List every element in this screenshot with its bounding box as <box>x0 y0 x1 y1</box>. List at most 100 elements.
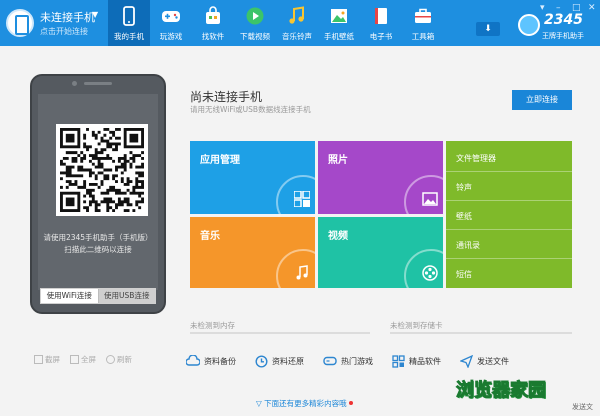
refresh-button[interactable]: 刷新 <box>106 354 132 365</box>
backup-label: 资料备份 <box>204 356 236 366</box>
send-file-label: 发送文件 <box>477 356 509 366</box>
mascot-icon <box>518 14 540 36</box>
top-software-button[interactable]: 精品软件 <box>392 352 441 370</box>
nav-software[interactable]: 找软件 <box>192 0 234 46</box>
list-item-label: 短信 <box>456 270 472 279</box>
connect-mode-tabs: 使用WiFi连接 使用USB连接 <box>40 288 156 304</box>
speaker-grille <box>84 82 112 85</box>
list-item-label: 铃声 <box>456 183 472 192</box>
nav-label: 手机壁纸 <box>324 32 354 41</box>
logo-text: 2345 <box>544 12 583 28</box>
list-item-contacts[interactable]: 通讯录 <box>446 230 572 259</box>
apps-grid-icon <box>392 354 405 368</box>
nav-wallpapers[interactable]: 手机壁纸 <box>318 0 360 46</box>
list-item-label: 文件管理器 <box>456 154 496 163</box>
connection-subtitle: 点击开始连接 <box>40 27 88 36</box>
cloud-icon <box>186 355 200 366</box>
photo-icon <box>422 192 438 206</box>
list-item-wallpapers[interactable]: 壁纸 <box>446 201 572 230</box>
tile-label: 应用管理 <box>200 155 240 166</box>
nav-label: 下载视频 <box>240 32 270 41</box>
music-icon <box>289 6 304 24</box>
restore-button[interactable]: 资料还原 <box>255 352 304 370</box>
book-icon <box>375 8 387 24</box>
tile-music[interactable]: 音乐 <box>190 217 315 288</box>
qr-hint-line1: 请使用2345手机助手（手机版） <box>43 233 153 242</box>
refresh-icon <box>106 355 115 364</box>
gamepad-icon <box>323 356 337 366</box>
bag-icon <box>206 6 220 24</box>
camera-icon <box>72 81 77 86</box>
screenshot-icon <box>34 355 43 364</box>
app-logo: 2345 王牌手机助手 <box>514 10 600 44</box>
phone-icon <box>123 6 135 26</box>
tile-photos[interactable]: 照片 <box>318 141 443 214</box>
download-manager-icon[interactable]: ⬇ <box>476 22 500 36</box>
screenshot-button[interactable]: 截屏 <box>34 354 60 365</box>
nav-label: 电子书 <box>369 32 393 41</box>
phone-avatar-icon <box>6 9 34 37</box>
phone-actions: 截屏 全屏 刷新 <box>34 354 132 365</box>
nav-toolbox[interactable]: 工具箱 <box>402 0 444 46</box>
fullscreen-label: 全屏 <box>81 355 96 364</box>
chevron-down-icon: ▽ <box>256 399 265 408</box>
nav-label: 工具箱 <box>411 32 435 41</box>
nav-label: 找软件 <box>201 32 225 41</box>
tile-file-list: 文件管理器 铃声 壁纸 通讯录 短信 <box>446 141 572 288</box>
gamepad-icon <box>162 11 180 22</box>
music-note-icon <box>296 265 308 280</box>
list-item-file-manager[interactable]: 文件管理器 <box>446 143 572 172</box>
more-content-link[interactable]: ▽ 下面还有更多精彩内容哦 <box>256 398 347 409</box>
nav-ebooks[interactable]: 电子书 <box>360 0 402 46</box>
connection-title: 未连接手机 <box>40 11 95 24</box>
page-title: 尚未连接手机 <box>190 90 263 104</box>
qr-code <box>56 124 148 216</box>
internal-storage-bar <box>190 332 370 334</box>
internal-storage-label: 未检测到内存 <box>190 321 235 330</box>
watermark-text: 浏览器家园 <box>456 380 547 402</box>
main-nav: 我的手机 玩游戏 找软件 下载视频 音乐铃声 手机壁纸 电子书 工具箱 <box>108 0 444 46</box>
connect-now-button[interactable]: 立即连接 <box>512 90 572 110</box>
list-item-label: 通讯录 <box>456 241 480 250</box>
nav-games[interactable]: 玩游戏 <box>150 0 192 46</box>
restore-label: 资料还原 <box>272 356 304 366</box>
sdcard-storage-bar <box>390 332 572 334</box>
page-subtitle: 请用无线WiFi或USB数据线连接手机 <box>190 105 311 114</box>
chevron-down-icon[interactable]: ▼ <box>92 10 98 19</box>
picture-icon <box>331 9 347 23</box>
phone-frame: 请使用2345手机助手（手机版） 扫描此二维码以连接 使用WiFi连接 使用US… <box>30 74 166 314</box>
list-item-ringtones[interactable]: 铃声 <box>446 172 572 201</box>
fullscreen-icon <box>70 355 79 364</box>
nav-music-ringtones[interactable]: 音乐铃声 <box>276 0 318 46</box>
logo-subtitle: 王牌手机助手 <box>542 32 584 40</box>
fullscreen-button[interactable]: 全屏 <box>70 354 96 365</box>
nav-download-video[interactable]: 下载视频 <box>234 0 276 46</box>
top-bar: 未连接手机 ▼ 点击开始连接 我的手机 玩游戏 找软件 下载视频 音乐铃声 手机… <box>0 0 600 46</box>
send-file-button[interactable]: 发送文件 <box>460 352 509 370</box>
tile-label: 音乐 <box>200 231 220 242</box>
nav-my-phone[interactable]: 我的手机 <box>108 0 150 46</box>
watermark-tail: 发送文 <box>572 403 593 411</box>
tile-label: 照片 <box>328 155 348 166</box>
play-icon <box>246 7 264 25</box>
bottom-toolbar: 资料备份 资料还原 热门游戏 精品软件 发送文件 <box>186 352 576 370</box>
list-item-sms[interactable]: 短信 <box>446 259 572 288</box>
sdcard-storage-label: 未检测到存储卡 <box>390 321 443 330</box>
paper-plane-icon <box>460 354 473 368</box>
more-link-text: 下面还有更多精彩内容哦 <box>264 399 347 408</box>
backup-button[interactable]: 资料备份 <box>186 352 236 370</box>
nav-label: 音乐铃声 <box>282 32 312 41</box>
tab-usb-connect[interactable]: 使用USB连接 <box>97 289 155 303</box>
refresh-label: 刷新 <box>117 355 132 364</box>
tile-app-manager[interactable]: 应用管理 <box>190 141 315 214</box>
top-software-label: 精品软件 <box>409 356 441 366</box>
hot-games-button[interactable]: 热门游戏 <box>323 352 373 370</box>
notification-dot <box>349 401 353 405</box>
tile-video[interactable]: 视频 <box>318 217 443 288</box>
screenshot-label: 截屏 <box>45 355 60 364</box>
tab-wifi-connect[interactable]: 使用WiFi连接 <box>41 289 98 303</box>
connection-status[interactable]: 未连接手机 ▼ 点击开始连接 <box>0 0 108 46</box>
list-item-label: 壁纸 <box>456 212 472 221</box>
nav-label: 我的手机 <box>114 32 144 41</box>
qr-hint-line2: 扫描此二维码以连接 <box>64 245 132 254</box>
